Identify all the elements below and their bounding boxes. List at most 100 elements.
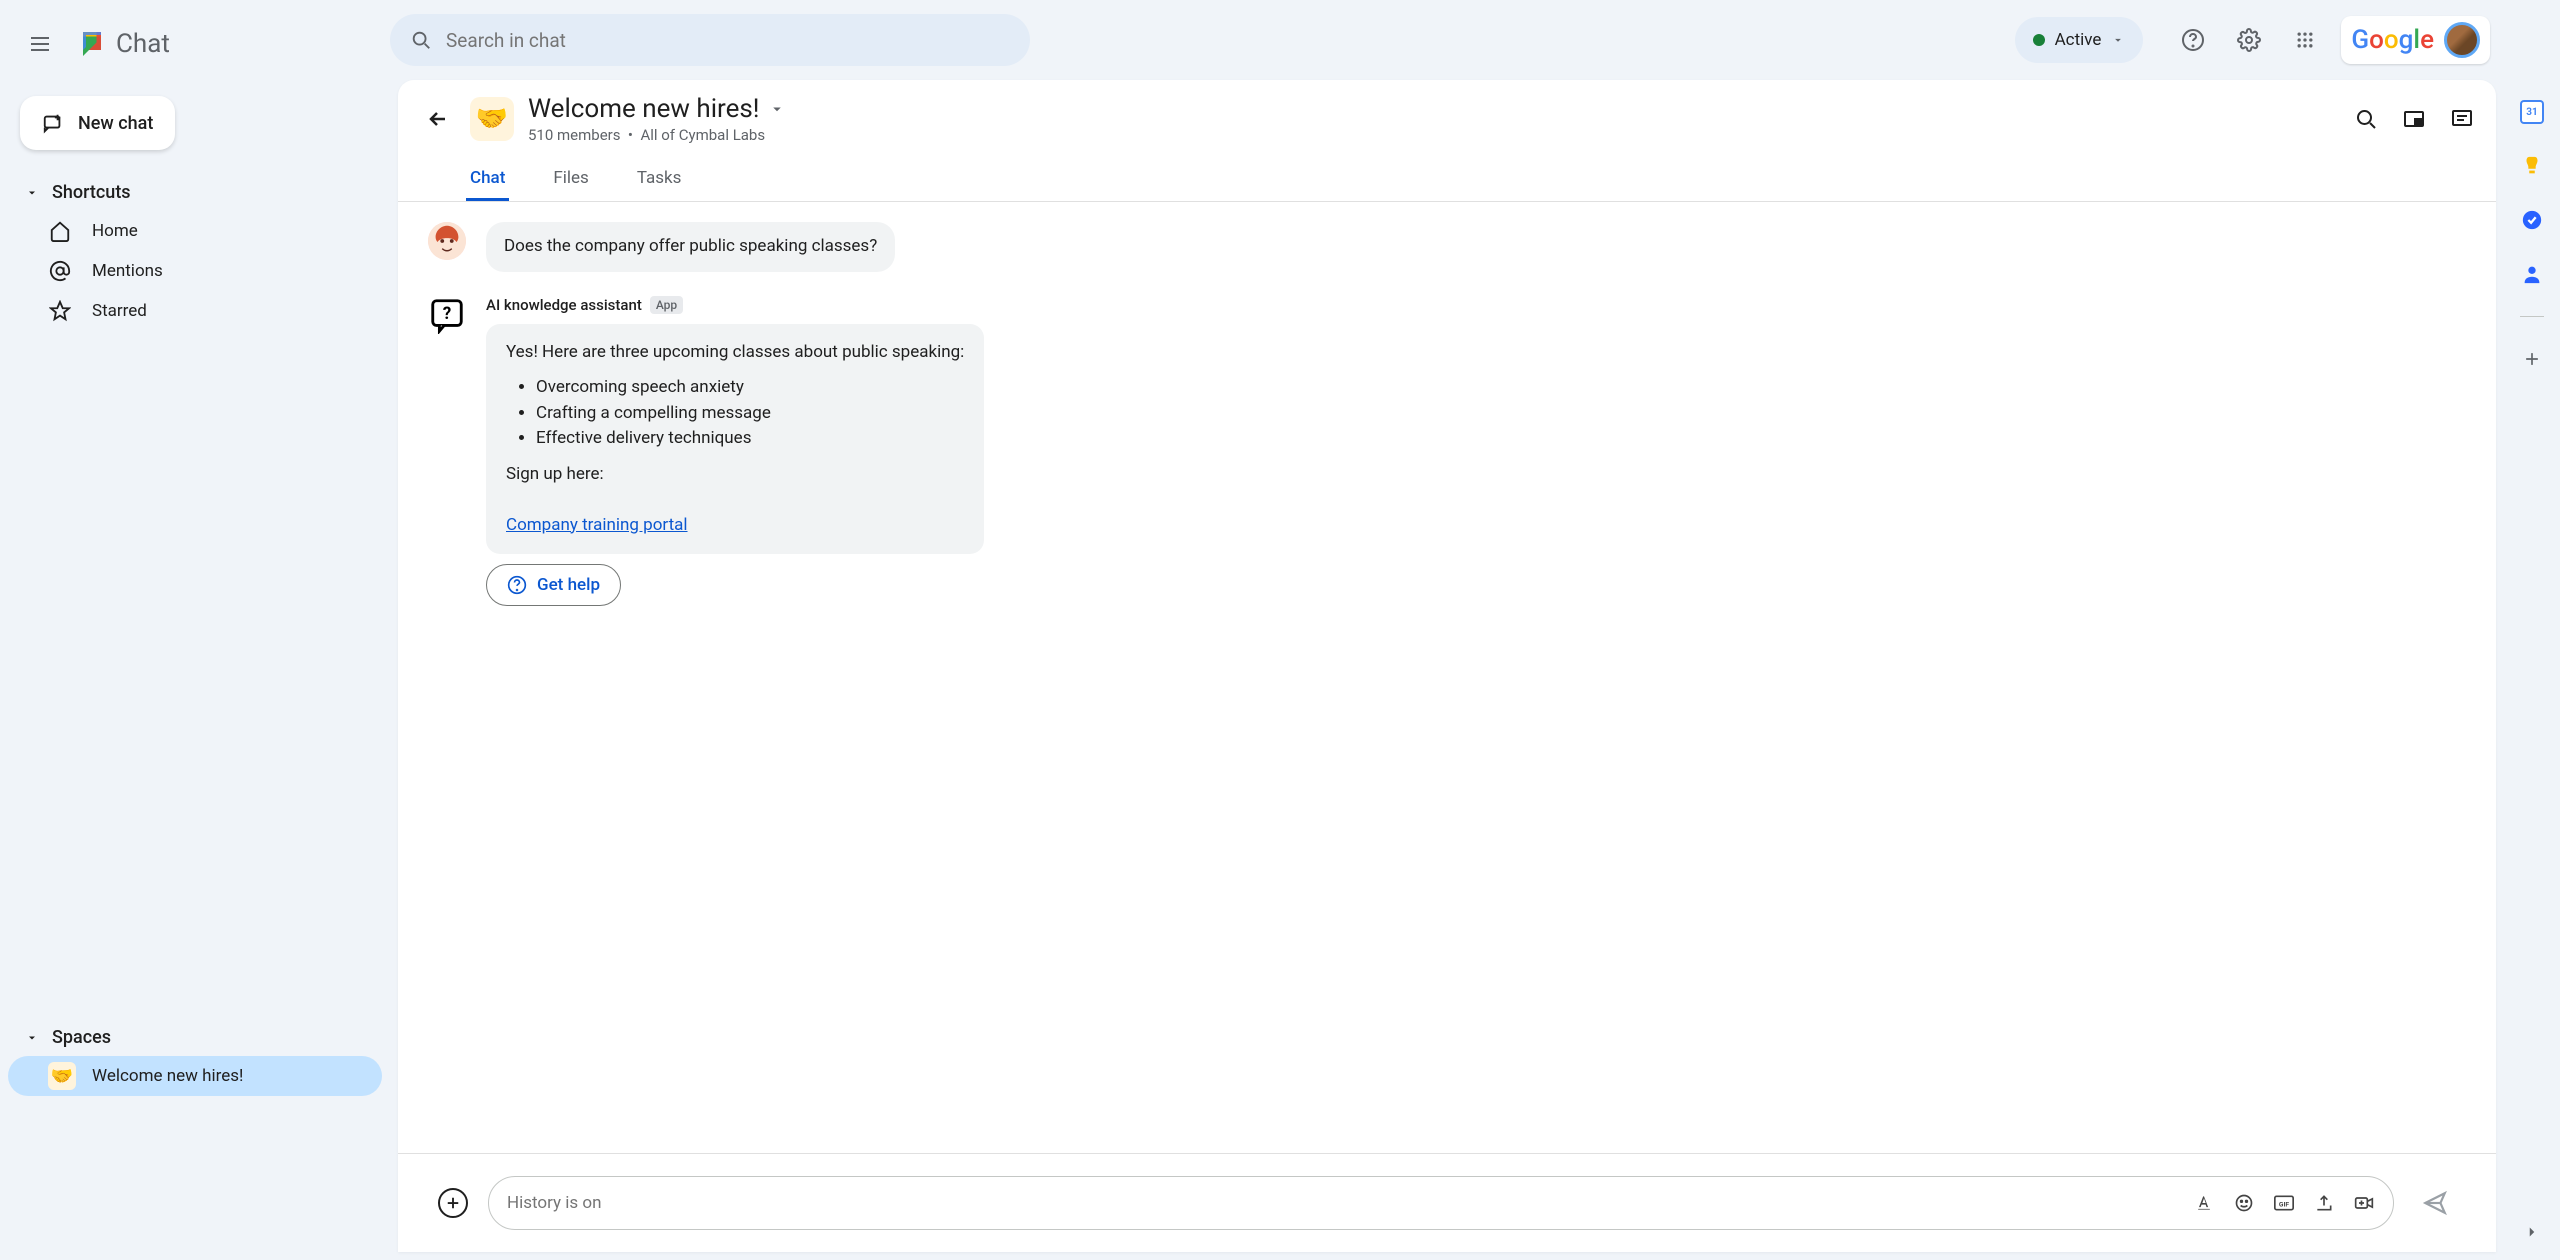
tab-chat[interactable]: Chat xyxy=(466,158,509,201)
sidebar: Chat New chat Shortcuts Home Mentions St… xyxy=(0,0,390,1260)
upload-icon xyxy=(2314,1193,2334,1213)
caret-down-icon xyxy=(26,1032,38,1044)
keep-app-button[interactable] xyxy=(2520,154,2544,178)
contacts-app-button[interactable] xyxy=(2520,262,2544,286)
nav-label: Home xyxy=(92,221,138,241)
nav-label: Mentions xyxy=(92,261,163,281)
app-logo[interactable]: Chat xyxy=(74,26,170,62)
space-name: Welcome new hires! xyxy=(92,1066,243,1086)
spaces-header[interactable]: Spaces xyxy=(8,1019,382,1056)
status-pill[interactable]: Active xyxy=(2015,17,2144,63)
keep-icon xyxy=(2521,155,2543,177)
caret-down-icon xyxy=(26,187,38,199)
video-button[interactable] xyxy=(2353,1192,2375,1214)
assistant-name: AI knowledge assistant xyxy=(486,296,642,314)
back-button[interactable] xyxy=(420,101,456,137)
nav-label: Starred xyxy=(92,301,147,321)
training-portal-link[interactable]: Company training portal xyxy=(506,515,688,535)
spaces-label: Spaces xyxy=(52,1027,111,1048)
add-attachment-button[interactable] xyxy=(438,1188,468,1218)
svg-text:?: ? xyxy=(443,303,452,323)
present-icon xyxy=(2402,107,2426,131)
video-icon xyxy=(2353,1193,2375,1213)
send-icon xyxy=(2422,1190,2448,1216)
message-composer[interactable]: GIF xyxy=(488,1176,2394,1230)
emoji-button[interactable] xyxy=(2233,1192,2255,1214)
space-emoji-icon: 🤝 xyxy=(48,1062,76,1090)
assistant-message-bubble: Yes! Here are three upcoming classes abo… xyxy=(486,324,984,555)
search-in-space-button[interactable] xyxy=(2354,107,2378,131)
apps-grid-icon xyxy=(2295,30,2315,50)
thread-button[interactable] xyxy=(2450,107,2474,131)
gif-button[interactable]: GIF xyxy=(2273,1192,2295,1214)
main-menu-button[interactable] xyxy=(16,20,64,68)
shortcuts-label: Shortcuts xyxy=(52,182,131,203)
calendar-app-button[interactable]: 31 xyxy=(2520,100,2544,124)
help-icon xyxy=(2181,28,2205,52)
tab-files[interactable]: Files xyxy=(549,158,592,201)
gear-icon xyxy=(2237,28,2261,52)
space-subtitle: 510 members • All of Cymbal Labs xyxy=(528,126,786,144)
tab-tasks[interactable]: Tasks xyxy=(633,158,686,201)
main-panel: 🤝 Welcome new hires! 510 members • All o… xyxy=(398,80,2496,1252)
upload-button[interactable] xyxy=(2313,1192,2335,1214)
sidebar-item-starred[interactable]: Starred xyxy=(8,291,382,331)
message-row-assistant: ? AI knowledge assistant App Yes! Here a… xyxy=(428,296,2466,607)
format-text-icon xyxy=(2194,1193,2214,1213)
help-button[interactable] xyxy=(2173,20,2213,60)
space-item-welcome[interactable]: 🤝 Welcome new hires! xyxy=(8,1056,382,1096)
settings-button[interactable] xyxy=(2229,20,2269,60)
arrow-left-icon xyxy=(426,107,450,131)
new-chat-label: New chat xyxy=(78,113,153,134)
home-icon xyxy=(48,219,72,243)
google-logo: Google xyxy=(2351,25,2434,55)
status-label: Active xyxy=(2055,30,2102,50)
new-chat-icon xyxy=(42,112,64,134)
shortcuts-header[interactable]: Shortcuts xyxy=(8,174,382,211)
add-addon-button[interactable] xyxy=(2520,347,2544,371)
mentions-icon xyxy=(48,259,72,283)
user-message-bubble: Does the company offer public speaking c… xyxy=(486,222,895,272)
assistant-avatar: ? xyxy=(428,296,466,334)
composer-input[interactable] xyxy=(507,1193,2193,1213)
chevron-right-icon xyxy=(2523,1223,2541,1241)
hamburger-icon xyxy=(28,32,52,56)
tasks-icon xyxy=(2521,209,2543,231)
space-avatar: 🤝 xyxy=(470,97,514,141)
sidebar-item-home[interactable]: Home xyxy=(8,211,382,251)
app-badge: App xyxy=(650,296,683,314)
new-chat-button[interactable]: New chat xyxy=(20,96,175,150)
search-icon xyxy=(2354,107,2378,131)
message-row-user: Does the company offer public speaking c… xyxy=(428,222,2466,272)
user-avatar[interactable] xyxy=(2444,22,2480,58)
right-rail: 31 xyxy=(2504,0,2560,1260)
person-icon xyxy=(2521,263,2543,285)
plus-icon xyxy=(444,1194,462,1212)
svg-text:GIF: GIF xyxy=(2279,1200,2289,1208)
user-message-avatar xyxy=(428,222,466,260)
chevron-down-icon xyxy=(768,100,786,118)
search-input[interactable] xyxy=(446,29,1010,52)
apps-button[interactable] xyxy=(2285,20,2325,60)
space-title-button[interactable]: Welcome new hires! xyxy=(528,94,786,124)
send-button[interactable] xyxy=(2414,1182,2456,1224)
sidebar-item-mentions[interactable]: Mentions xyxy=(8,251,382,291)
thread-icon xyxy=(2450,107,2474,131)
tasks-app-button[interactable] xyxy=(2520,208,2544,232)
chat-logo-icon xyxy=(74,26,110,62)
star-icon xyxy=(48,299,72,323)
space-title: Welcome new hires! xyxy=(528,94,760,124)
search-box[interactable] xyxy=(390,14,1030,66)
google-account[interactable]: Google xyxy=(2341,16,2490,64)
search-icon xyxy=(410,29,432,51)
chevron-down-icon xyxy=(2111,33,2125,47)
app-name: Chat xyxy=(116,29,170,59)
plus-icon xyxy=(2522,349,2542,369)
emoji-icon xyxy=(2234,1193,2254,1213)
format-button[interactable] xyxy=(2193,1192,2215,1214)
status-dot-icon xyxy=(2033,34,2045,46)
get-help-button[interactable]: Get help xyxy=(486,564,621,606)
help-circle-icon xyxy=(507,575,527,595)
present-button[interactable] xyxy=(2402,107,2426,131)
collapse-rail-button[interactable] xyxy=(2520,1220,2544,1244)
